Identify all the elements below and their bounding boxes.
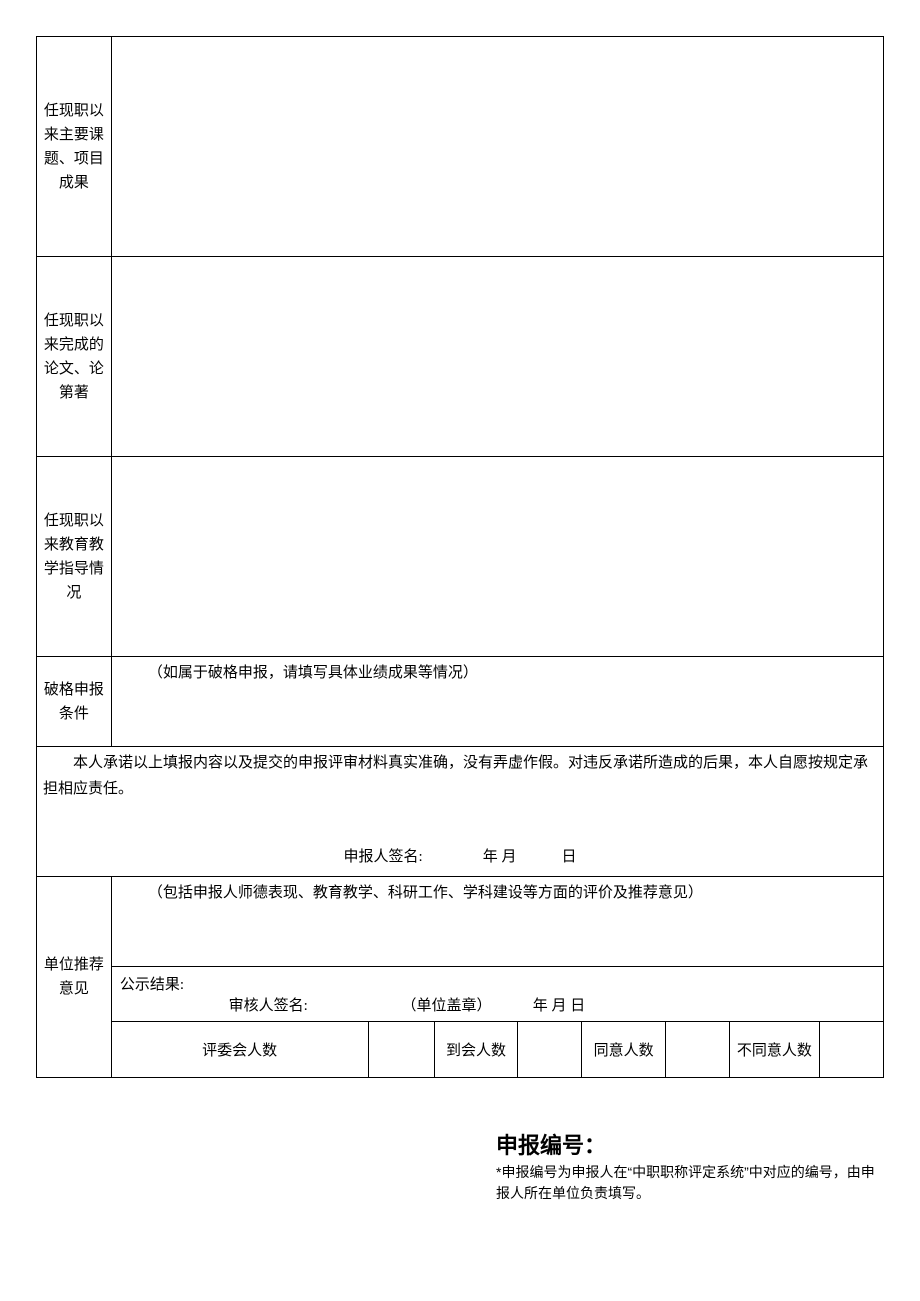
auditor-sign-line[interactable]: 审核人签名: （单位盖章） 年 月 日 xyxy=(120,994,875,1015)
field-papers[interactable] xyxy=(111,257,883,457)
label-committee-agree: 同意人数 xyxy=(582,1022,665,1078)
applicant-sign-line[interactable]: 申报人签名: 年 月 日 xyxy=(37,845,883,866)
label-papers: 任现职以来完成的论文、论第著 xyxy=(37,257,112,457)
field-teaching-guidance[interactable] xyxy=(111,457,883,657)
field-unit-recommendation[interactable]: （包括申报人师德表现、教育教学、科研工作、学科建设等方面的评价及推荐意见） xyxy=(111,877,883,967)
label-unit-recommendation: 单位推荐意见 xyxy=(37,877,112,1078)
value-committee-agree[interactable] xyxy=(665,1022,729,1078)
publicity-block: 公示结果: 审核人签名: （单位盖章） 年 月 日 xyxy=(111,967,883,1022)
label-committee-present: 到会人数 xyxy=(434,1022,517,1078)
label-committee-disagree: 不同意人数 xyxy=(729,1022,819,1078)
label-exception-conditions: 破格申报条件 xyxy=(37,657,112,747)
publicity-result-label: 公示结果: xyxy=(120,973,875,994)
commitment-text: 本人承诺以上填报内容以及提交的申报评审材料真实准确，没有弄虚作假。对违反承诺所造… xyxy=(43,751,877,802)
commitment-block: 本人承诺以上填报内容以及提交的申报评审材料真实准确，没有弄虚作假。对违反承诺所造… xyxy=(37,747,884,877)
footer-block: 申报编号： *申报编号为申报人在“中职职称评定系统”中对应的编号，由申报人所在单… xyxy=(496,1128,884,1204)
label-projects: 任现职以来主要课题、项目成果 xyxy=(37,37,112,257)
application-number-title: 申报编号： xyxy=(496,1128,884,1160)
value-committee-disagree[interactable] xyxy=(819,1022,883,1078)
value-committee-total[interactable] xyxy=(368,1022,434,1078)
label-teaching-guidance: 任现职以来教育教学指导情况 xyxy=(37,457,112,657)
label-committee-total: 评委会人数 xyxy=(111,1022,368,1078)
application-form-table: 任现职以来主要课题、项目成果 任现职以来完成的论文、论第著 任现职以来教育教学指… xyxy=(36,36,884,1078)
field-projects[interactable] xyxy=(111,37,883,257)
application-number-note: *申报编号为申报人在“中职职称评定系统”中对应的编号，由申报人所在单位负责填写。 xyxy=(496,1162,884,1204)
value-committee-present[interactable] xyxy=(518,1022,582,1078)
field-exception-conditions[interactable]: （如属于破格申报，请填写具体业绩成果等情况） xyxy=(111,657,883,747)
